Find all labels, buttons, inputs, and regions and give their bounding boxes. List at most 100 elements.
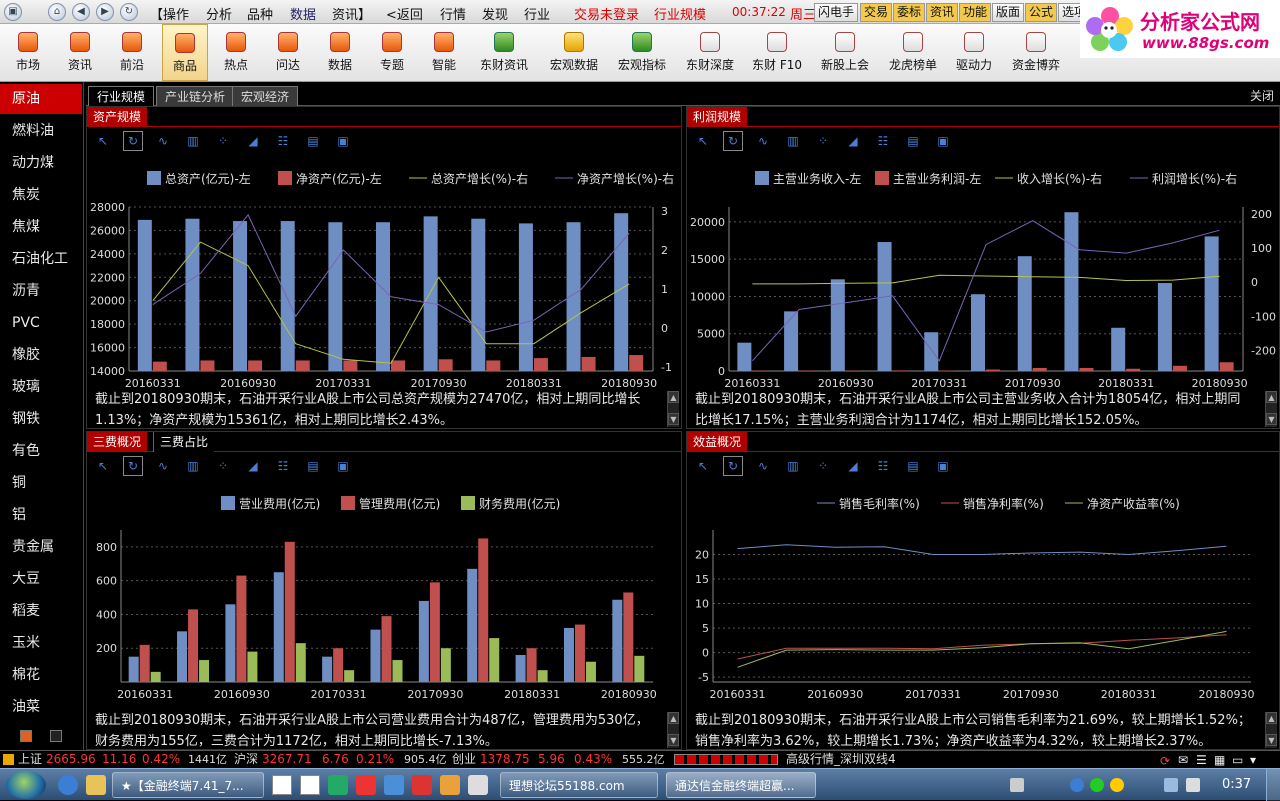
- export-icon[interactable]: ▣: [933, 131, 953, 151]
- area-chart-icon[interactable]: ◢: [843, 456, 863, 476]
- sidebar-page-icon-2[interactable]: [50, 730, 62, 742]
- menu-industry[interactable]: 行业: [524, 4, 550, 23]
- window-icon[interactable]: ▭: [1232, 752, 1243, 769]
- home-icon[interactable]: ⌂: [48, 3, 66, 21]
- bar-chart-icon[interactable]: ▥: [183, 131, 203, 151]
- app-icon-8[interactable]: [440, 775, 460, 795]
- taskbar-app-terminal[interactable]: ★【金融终端7.41_7...: [112, 772, 264, 798]
- menu-news[interactable]: 资讯】: [332, 4, 371, 23]
- app-icon-6[interactable]: [384, 775, 404, 795]
- scatter-icon[interactable]: ⁘: [813, 131, 833, 151]
- toolbar-capital-game[interactable]: 资金博弈: [1006, 24, 1066, 81]
- list-icon[interactable]: ☷: [273, 456, 293, 476]
- keyboard-icon[interactable]: [1010, 778, 1024, 792]
- toolbar-smart[interactable]: 智能: [420, 24, 468, 81]
- toolbar-commodity[interactable]: 商品: [162, 24, 208, 81]
- refresh-icon[interactable]: ↻: [120, 3, 138, 21]
- app-icon-2[interactable]: [272, 775, 292, 795]
- bar-chart-icon[interactable]: ▥: [783, 131, 803, 151]
- folder-icon[interactable]: [86, 775, 106, 795]
- menu-variety[interactable]: 品种: [247, 4, 273, 23]
- sidebar-item[interactable]: 棉花: [0, 660, 82, 690]
- area-chart-icon[interactable]: ◢: [843, 131, 863, 151]
- cursor-icon[interactable]: ↖: [93, 131, 113, 151]
- assets-desc-scrollbar[interactable]: ▲ ▼: [667, 391, 679, 427]
- server-name[interactable]: 高级行情_深圳双线4: [786, 751, 896, 768]
- refresh-icon[interactable]: ↻: [723, 131, 743, 151]
- efficiency-desc-scrollbar[interactable]: ▲ ▼: [1265, 712, 1277, 748]
- app-icon-4[interactable]: [328, 775, 348, 795]
- line-chart-icon[interactable]: ∿: [153, 456, 173, 476]
- tab-industry-scale[interactable]: 行业规模: [88, 86, 155, 106]
- toolbar-macro-data[interactable]: 宏观数据: [544, 24, 604, 81]
- show-desktop-button[interactable]: [1266, 769, 1280, 801]
- function-button[interactable]: 功能: [959, 3, 992, 22]
- toolbar-data[interactable]: 数据: [316, 24, 364, 81]
- sidebar-item[interactable]: 焦炭: [0, 180, 82, 210]
- area-chart-icon[interactable]: ◢: [243, 131, 263, 151]
- fees-desc-scrollbar[interactable]: ▲ ▼: [667, 712, 679, 748]
- network-icon[interactable]: [1164, 778, 1178, 792]
- app-icon-7[interactable]: [412, 775, 432, 795]
- export-icon[interactable]: ▣: [933, 456, 953, 476]
- sidebar-item[interactable]: PVC: [0, 308, 82, 338]
- sidebar-item[interactable]: 铜: [0, 468, 82, 498]
- back-icon[interactable]: ◀: [72, 3, 90, 21]
- sidebar-page-icon-1[interactable]: [20, 730, 32, 742]
- bar-chart-icon[interactable]: ▥: [783, 456, 803, 476]
- sidebar-item[interactable]: 铝: [0, 500, 82, 530]
- layout-button[interactable]: 版面: [992, 3, 1025, 22]
- login-status[interactable]: 交易未登录: [574, 4, 639, 23]
- sidebar-item[interactable]: 稻麦: [0, 596, 82, 626]
- toolbar-eastmoney-depth[interactable]: 东财深度: [680, 24, 740, 81]
- toolbar-topic[interactable]: 专题: [368, 24, 416, 81]
- tab-industry-chain[interactable]: 产业链分析: [156, 86, 235, 106]
- cursor-icon[interactable]: ↖: [693, 456, 713, 476]
- sidebar-item[interactable]: 油菜: [0, 692, 82, 722]
- toolbar-frontier[interactable]: 前沿: [108, 24, 156, 81]
- sidebar-item[interactable]: 大豆: [0, 564, 82, 594]
- refresh-icon[interactable]: ↻: [123, 131, 143, 151]
- toolbar-hotspot[interactable]: 热点: [212, 24, 260, 81]
- menu-quote[interactable]: 行情: [440, 4, 466, 23]
- toolbar-news[interactable]: 资讯: [56, 24, 104, 81]
- toolbar-ask[interactable]: 问达: [264, 24, 312, 81]
- list-icon[interactable]: ☷: [873, 131, 893, 151]
- toolbar-ipo-review[interactable]: 新股上会: [816, 24, 874, 81]
- table-icon[interactable]: ▤: [303, 456, 323, 476]
- sidebar-item[interactable]: 原油: [0, 84, 82, 114]
- menu-operate[interactable]: 【操作: [150, 4, 189, 23]
- volume-icon[interactable]: [1186, 778, 1200, 792]
- minimize-icon[interactable]: ▾: [1250, 752, 1256, 769]
- trade-button[interactable]: 交易: [860, 3, 893, 22]
- menu-return[interactable]: <返回: [386, 4, 423, 23]
- line-chart-icon[interactable]: ∿: [753, 131, 773, 151]
- news-button[interactable]: 资讯: [926, 3, 959, 22]
- cursor-icon[interactable]: ↖: [693, 131, 713, 151]
- sidebar-item[interactable]: 石油化工: [0, 244, 82, 274]
- tray-shield-icon[interactable]: [1110, 778, 1124, 792]
- ie-icon[interactable]: [58, 775, 78, 795]
- sidebar-item[interactable]: 玻璃: [0, 372, 82, 402]
- taskbar-app-forum[interactable]: 理想论坛55188.com: [500, 772, 658, 798]
- lightning-trade-button[interactable]: 闪电手: [814, 3, 859, 22]
- sidebar-item[interactable]: 玉米: [0, 628, 82, 658]
- order-button[interactable]: 委标: [893, 3, 926, 22]
- refresh-icon[interactable]: ↻: [123, 456, 143, 476]
- tray-app-icon[interactable]: [1070, 778, 1084, 792]
- area-chart-icon[interactable]: ◢: [243, 456, 263, 476]
- export-icon[interactable]: ▣: [333, 131, 353, 151]
- formula-button[interactable]: 公式: [1025, 3, 1058, 22]
- toolbar-driving-force[interactable]: 驱动力: [950, 24, 998, 81]
- sidebar-item[interactable]: 钢铁: [0, 404, 82, 434]
- line-chart-icon[interactable]: ∿: [753, 456, 773, 476]
- sidebar-item[interactable]: 焦煤: [0, 212, 82, 242]
- sidebar-item[interactable]: 橡胶: [0, 340, 82, 370]
- list-icon[interactable]: ☷: [273, 131, 293, 151]
- app-icon-9[interactable]: [468, 775, 488, 795]
- app-icon-3[interactable]: [300, 775, 320, 795]
- table-icon[interactable]: ▤: [903, 456, 923, 476]
- line-chart-icon[interactable]: ∿: [153, 131, 173, 151]
- toolbar-market[interactable]: 市场: [4, 24, 52, 81]
- close-tab-link[interactable]: 关闭: [1250, 87, 1274, 104]
